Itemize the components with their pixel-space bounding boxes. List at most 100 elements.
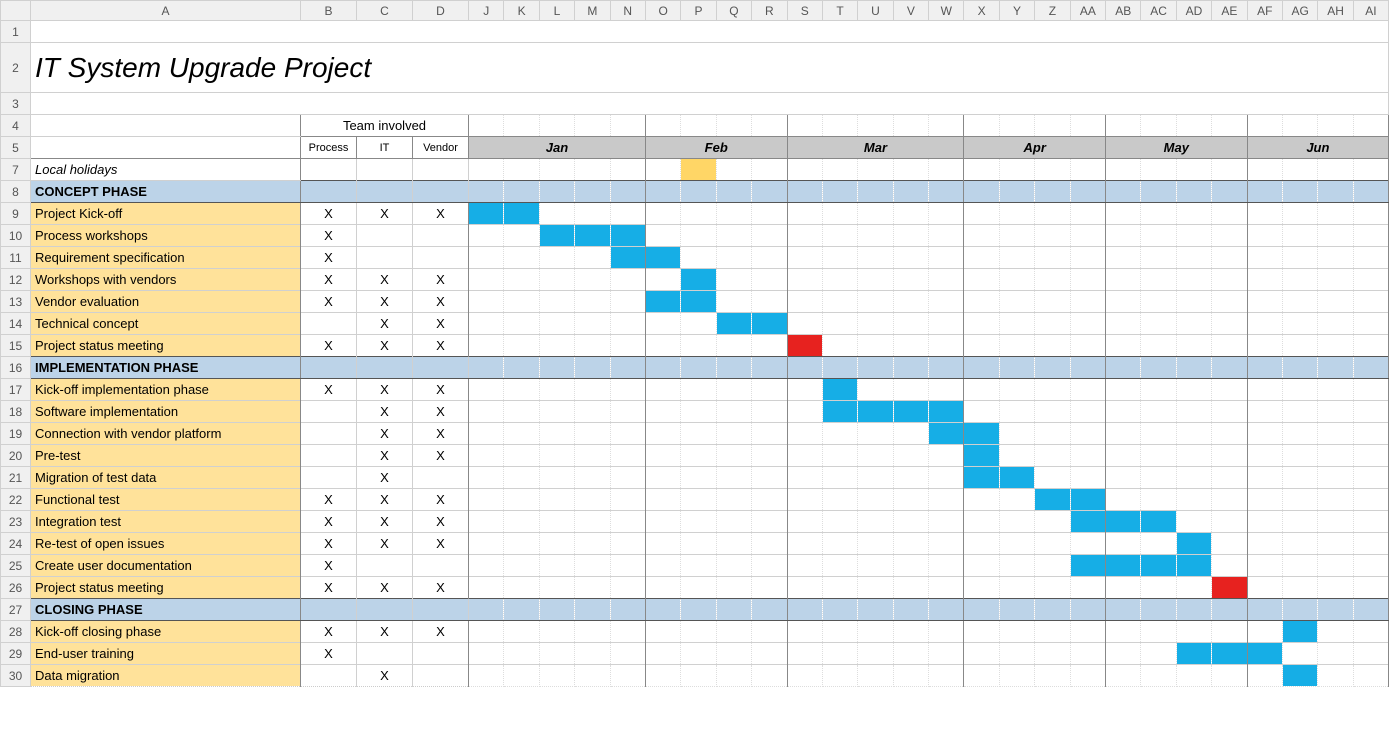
gantt-cell[interactable] bbox=[858, 577, 893, 599]
gantt-cell[interactable] bbox=[1035, 533, 1070, 555]
gantt-cell[interactable] bbox=[610, 599, 645, 621]
gantt-cell[interactable] bbox=[469, 335, 504, 357]
gantt-cell[interactable] bbox=[1282, 401, 1317, 423]
gantt-cell[interactable] bbox=[1282, 203, 1317, 225]
row-header[interactable]: 10 bbox=[1, 225, 31, 247]
gantt-cell[interactable] bbox=[1070, 555, 1105, 577]
gantt-cell[interactable] bbox=[1176, 423, 1211, 445]
gantt-cell[interactable] bbox=[1318, 269, 1353, 291]
gantt-cell[interactable] bbox=[1353, 533, 1388, 555]
gantt-cell[interactable] bbox=[1212, 577, 1247, 599]
gantt-cell[interactable] bbox=[787, 467, 822, 489]
it-mark[interactable] bbox=[357, 247, 413, 269]
gantt-cell[interactable] bbox=[1282, 621, 1317, 643]
gantt-cell[interactable] bbox=[681, 511, 716, 533]
gantt-cell[interactable] bbox=[1106, 269, 1141, 291]
gantt-cell[interactable] bbox=[504, 181, 539, 203]
cell[interactable] bbox=[1176, 115, 1211, 137]
gantt-cell[interactable] bbox=[1353, 621, 1388, 643]
row-header[interactable]: 11 bbox=[1, 247, 31, 269]
cell[interactable] bbox=[31, 115, 301, 137]
gantt-cell[interactable] bbox=[469, 555, 504, 577]
gantt-cell[interactable] bbox=[1353, 291, 1388, 313]
col-header-AE[interactable]: AE bbox=[1212, 1, 1247, 21]
gantt-cell[interactable] bbox=[681, 291, 716, 313]
cell[interactable] bbox=[1318, 115, 1353, 137]
gantt-cell[interactable] bbox=[645, 423, 680, 445]
gantt-cell[interactable] bbox=[1106, 577, 1141, 599]
gantt-cell[interactable] bbox=[1282, 533, 1317, 555]
gantt-cell[interactable] bbox=[1176, 489, 1211, 511]
gantt-cell[interactable] bbox=[1318, 335, 1353, 357]
gantt-cell[interactable] bbox=[822, 401, 857, 423]
cell[interactable] bbox=[357, 159, 413, 181]
gantt-cell[interactable] bbox=[681, 357, 716, 379]
gantt-cell[interactable] bbox=[469, 511, 504, 533]
gantt-cell[interactable] bbox=[1318, 621, 1353, 643]
gantt-cell[interactable] bbox=[1282, 577, 1317, 599]
gantt-cell[interactable] bbox=[858, 181, 893, 203]
cell[interactable] bbox=[357, 181, 413, 203]
gantt-cell[interactable] bbox=[610, 533, 645, 555]
col-header-C[interactable]: C bbox=[357, 1, 413, 21]
gantt-cell[interactable] bbox=[716, 665, 751, 687]
gantt-cell[interactable] bbox=[1141, 511, 1176, 533]
gantt-cell[interactable] bbox=[681, 247, 716, 269]
it-mark[interactable]: X bbox=[357, 489, 413, 511]
gantt-cell[interactable] bbox=[539, 225, 574, 247]
gantt-cell[interactable] bbox=[999, 225, 1034, 247]
gantt-cell[interactable] bbox=[752, 401, 787, 423]
gantt-cell[interactable] bbox=[1141, 313, 1176, 335]
gantt-cell[interactable] bbox=[469, 533, 504, 555]
row-header[interactable]: 16 bbox=[1, 357, 31, 379]
gantt-cell[interactable] bbox=[469, 357, 504, 379]
col-header-AD[interactable]: AD bbox=[1176, 1, 1211, 21]
gantt-cell[interactable] bbox=[1176, 599, 1211, 621]
gantt-cell[interactable] bbox=[539, 181, 574, 203]
cell[interactable] bbox=[929, 115, 964, 137]
gantt-cell[interactable] bbox=[752, 665, 787, 687]
gantt-cell[interactable] bbox=[999, 489, 1034, 511]
gantt-cell[interactable] bbox=[1318, 511, 1353, 533]
gantt-cell[interactable] bbox=[822, 511, 857, 533]
gantt-cell[interactable] bbox=[681, 181, 716, 203]
col-header-M[interactable]: M bbox=[575, 1, 610, 21]
gantt-cell[interactable] bbox=[645, 489, 680, 511]
gantt-cell[interactable] bbox=[504, 269, 539, 291]
gantt-cell[interactable] bbox=[1035, 159, 1070, 181]
gantt-cell[interactable] bbox=[1282, 269, 1317, 291]
gantt-cell[interactable] bbox=[999, 533, 1034, 555]
gantt-cell[interactable] bbox=[1353, 599, 1388, 621]
gantt-cell[interactable] bbox=[504, 489, 539, 511]
gantt-cell[interactable] bbox=[645, 467, 680, 489]
vendor-mark[interactable]: X bbox=[413, 401, 469, 423]
gantt-cell[interactable] bbox=[539, 379, 574, 401]
gantt-cell[interactable] bbox=[610, 159, 645, 181]
gantt-cell[interactable] bbox=[539, 665, 574, 687]
process-mark[interactable]: X bbox=[301, 489, 357, 511]
gantt-cell[interactable] bbox=[1318, 159, 1353, 181]
vendor-mark[interactable]: X bbox=[413, 577, 469, 599]
gantt-cell[interactable] bbox=[1141, 203, 1176, 225]
col-header-Z[interactable]: Z bbox=[1035, 1, 1070, 21]
gantt-cell[interactable] bbox=[1353, 379, 1388, 401]
gantt-cell[interactable] bbox=[822, 291, 857, 313]
gantt-cell[interactable] bbox=[575, 533, 610, 555]
gantt-cell[interactable] bbox=[822, 665, 857, 687]
gantt-cell[interactable] bbox=[999, 511, 1034, 533]
gantt-cell[interactable] bbox=[1141, 533, 1176, 555]
it-mark[interactable] bbox=[357, 643, 413, 665]
row-header[interactable]: 29 bbox=[1, 643, 31, 665]
gantt-cell[interactable] bbox=[893, 665, 928, 687]
gantt-cell[interactable] bbox=[964, 489, 999, 511]
gantt-cell[interactable] bbox=[645, 181, 680, 203]
gantt-cell[interactable] bbox=[610, 621, 645, 643]
gantt-cell[interactable] bbox=[1176, 401, 1211, 423]
gantt-cell[interactable] bbox=[1070, 621, 1105, 643]
gantt-cell[interactable] bbox=[1035, 489, 1070, 511]
col-header-U[interactable]: U bbox=[858, 1, 893, 21]
gantt-cell[interactable] bbox=[822, 379, 857, 401]
process-mark[interactable]: X bbox=[301, 577, 357, 599]
gantt-cell[interactable] bbox=[752, 599, 787, 621]
col-header-X[interactable]: X bbox=[964, 1, 999, 21]
